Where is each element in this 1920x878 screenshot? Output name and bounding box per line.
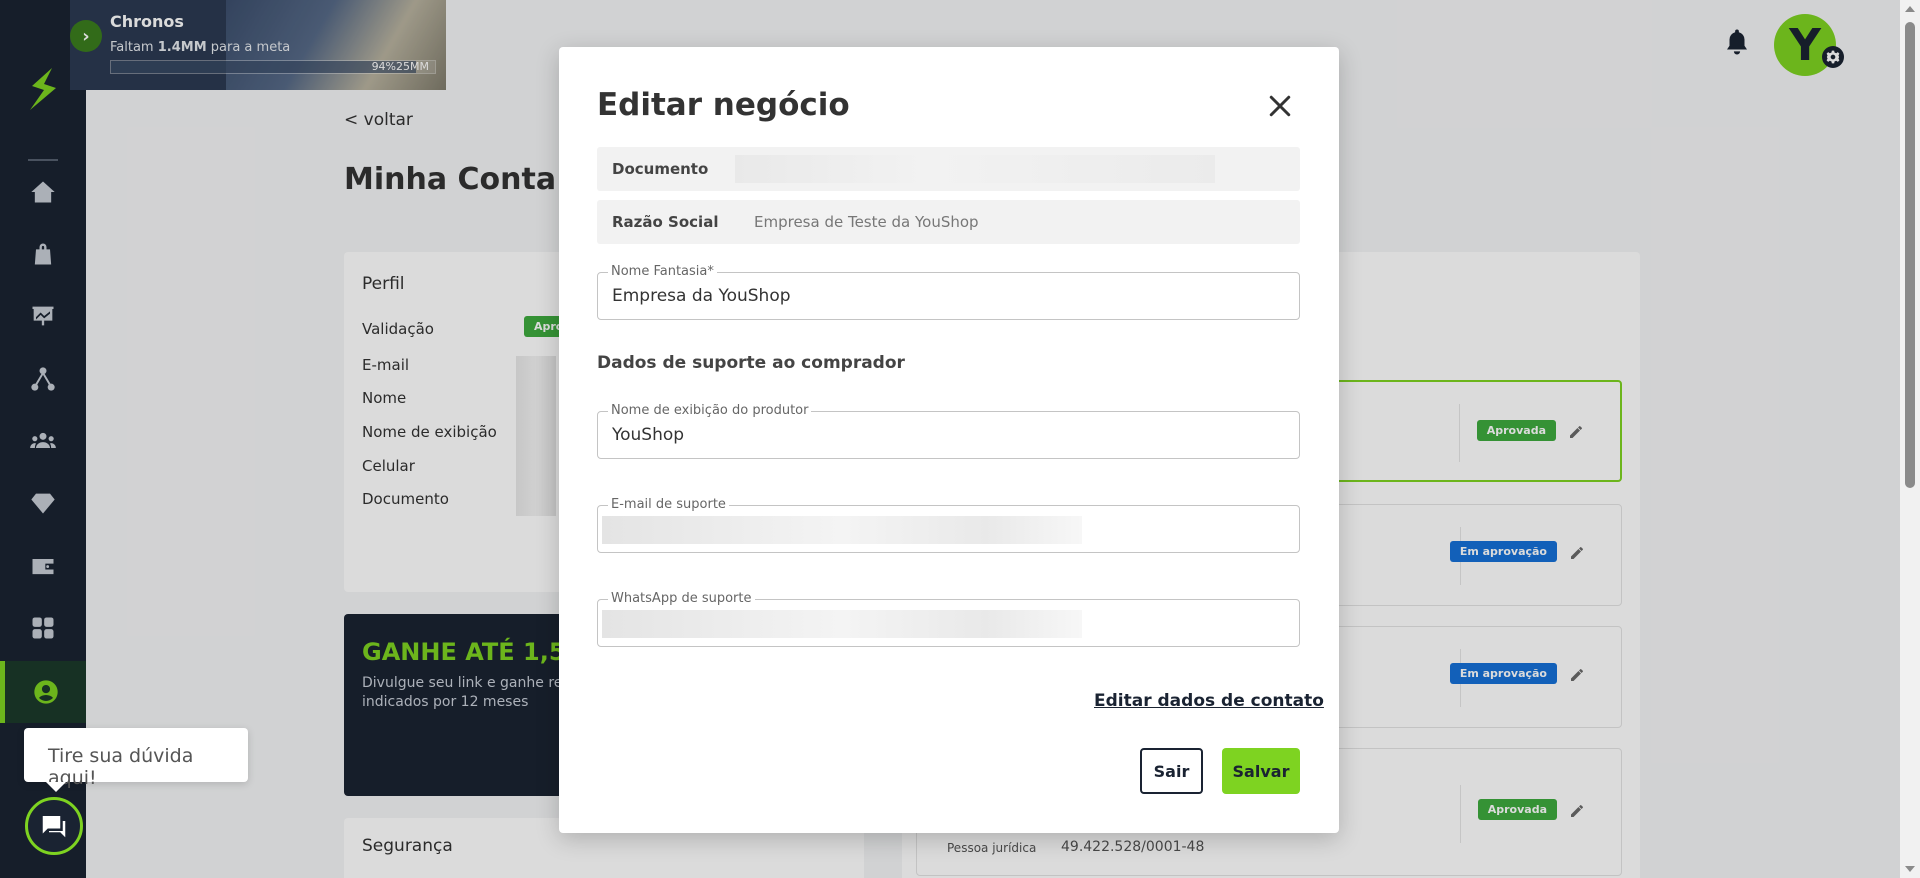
close-icon[interactable] <box>1265 91 1295 121</box>
producer-display-name-field[interactable]: Nome de exibição do produtor <box>597 403 1300 459</box>
trade-name-label: Nome Fantasia* <box>608 264 717 280</box>
producer-display-name-input[interactable] <box>612 425 1282 445</box>
document-value-blurred <box>735 155 1215 183</box>
corporate-name-row: Razão Social Empresa de Teste da YouShop <box>597 200 1300 244</box>
section-title: Dados de suporte ao comprador <box>597 353 905 373</box>
page-scrollbar[interactable] <box>1900 0 1920 878</box>
support-email-field[interactable]: E-mail de suporte <box>597 497 1300 553</box>
trade-name-input[interactable] <box>612 286 1282 306</box>
edit-business-modal: Editar negócio Documento Razão Social Em… <box>559 47 1339 833</box>
support-whatsapp-field[interactable]: WhatsApp de suporte <box>597 591 1300 647</box>
support-email-label: E-mail de suporte <box>608 497 729 513</box>
scroll-down-icon[interactable] <box>1905 866 1915 872</box>
chat-icon <box>42 816 66 838</box>
document-row: Documento <box>597 147 1300 191</box>
corporate-name-value: Empresa de Teste da YouShop <box>754 213 979 231</box>
help-tooltip: Tire sua dúvida aqui! <box>24 728 248 792</box>
document-label: Documento <box>612 160 709 178</box>
scrollbar-thumb[interactable] <box>1905 22 1915 488</box>
modal-title: Editar negócio <box>597 87 850 123</box>
save-button[interactable]: Salvar <box>1222 748 1300 794</box>
support-email-value-blurred <box>602 516 1082 544</box>
support-whatsapp-value-blurred <box>602 610 1082 638</box>
corporate-name-label: Razão Social <box>612 213 719 231</box>
trade-name-field[interactable]: Nome Fantasia* <box>597 264 1300 320</box>
help-tooltip-text: Tire sua dúvida aqui! <box>48 745 194 789</box>
scroll-up-icon[interactable] <box>1905 6 1915 12</box>
edit-contact-link[interactable]: Editar dados de contato <box>1094 691 1324 711</box>
cancel-button[interactable]: Sair <box>1140 748 1203 794</box>
support-whatsapp-label: WhatsApp de suporte <box>608 591 755 607</box>
help-chat-button[interactable] <box>25 797 83 855</box>
producer-display-name-label: Nome de exibição do produtor <box>608 403 812 419</box>
